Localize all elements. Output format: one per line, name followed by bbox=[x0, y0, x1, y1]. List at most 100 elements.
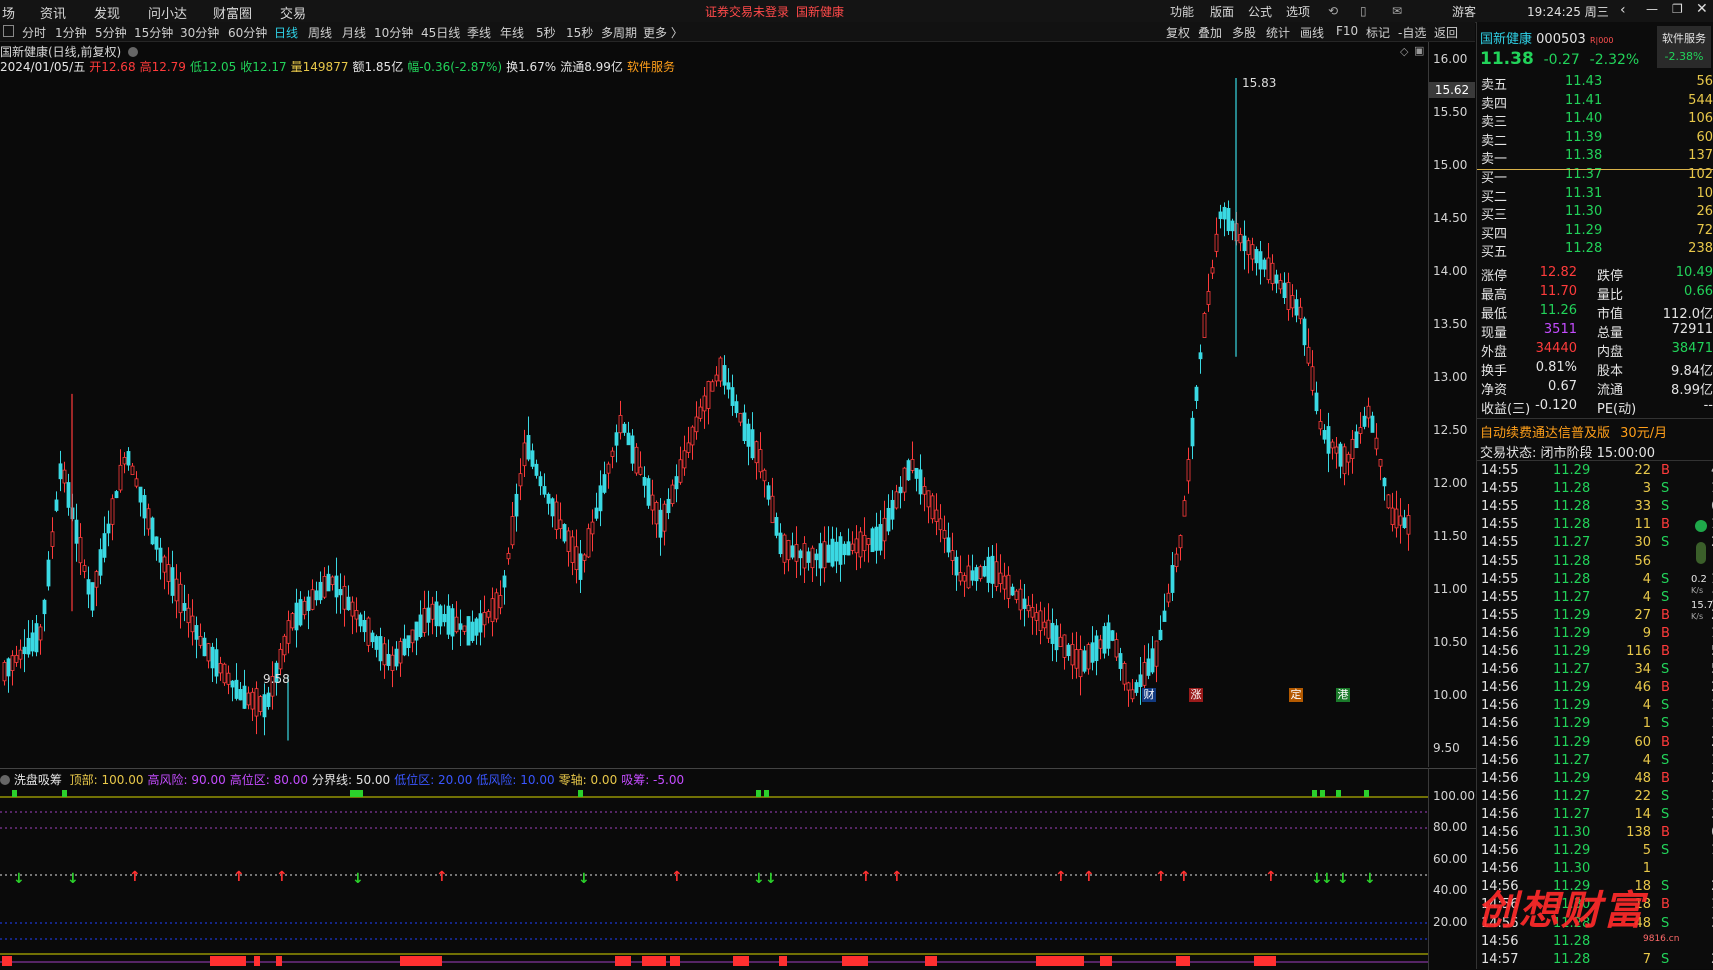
menu-layout[interactable]: 版面 bbox=[1210, 3, 1234, 20]
candle-body bbox=[190, 615, 195, 633]
candle-body bbox=[506, 553, 511, 560]
level-price: 11.28 bbox=[1565, 241, 1603, 257]
menu-ask[interactable]: 问小达 bbox=[148, 3, 187, 22]
period-tab[interactable]: 30分钟 bbox=[180, 24, 219, 41]
chart-tool[interactable]: 叠加 bbox=[1198, 24, 1222, 41]
tick-time: 14:56 bbox=[1481, 698, 1519, 714]
period-tab[interactable]: 15秒 bbox=[566, 24, 593, 41]
sector-tag[interactable]: 软件服务 bbox=[627, 60, 675, 74]
period-tab[interactable]: 45日线 bbox=[421, 24, 460, 41]
menu-options[interactable]: 选项 bbox=[1286, 3, 1310, 20]
menu-function[interactable]: 功能 bbox=[1170, 3, 1194, 20]
menu-discover[interactable]: 发现 bbox=[94, 3, 120, 22]
candle-body bbox=[350, 601, 355, 617]
panel-toggle-icon[interactable] bbox=[3, 25, 14, 37]
period-tab[interactable]: 15分钟 bbox=[134, 24, 173, 41]
close-icon[interactable]: ✕ bbox=[1696, 1, 1708, 17]
top-signal-bar bbox=[358, 790, 363, 797]
period-tab[interactable]: 10分钟 bbox=[374, 24, 413, 41]
maximize-icon[interactable]: ❐ bbox=[1672, 2, 1683, 16]
candle-body bbox=[198, 636, 203, 646]
price-axis-tick: 10.00 bbox=[1433, 688, 1468, 702]
ask-row[interactable]: 卖五 11.43 56 bbox=[1481, 74, 1713, 93]
chart-tool[interactable]: 画线 bbox=[1300, 24, 1324, 41]
candle-body bbox=[1366, 405, 1371, 419]
stat-label: 股本 bbox=[1597, 364, 1624, 379]
chart-tool[interactable]: 返回 bbox=[1434, 24, 1458, 41]
chart-tool[interactable]: 统计 bbox=[1266, 24, 1290, 41]
candle-body bbox=[330, 576, 335, 586]
candle-body bbox=[630, 435, 635, 464]
marker-hk[interactable]: 港 bbox=[1336, 688, 1350, 702]
candle-body bbox=[898, 486, 903, 494]
chart-tool[interactable]: 多股 bbox=[1232, 24, 1256, 41]
tick-volume: 22 bbox=[1634, 463, 1651, 478]
period-tab[interactable]: 5秒 bbox=[536, 24, 556, 41]
refresh-icon[interactable]: ⟲ bbox=[1328, 4, 1338, 18]
period-tab[interactable]: 分时 bbox=[22, 24, 46, 41]
last-price: 11.38 bbox=[1480, 49, 1534, 69]
period-tab[interactable]: 5分钟 bbox=[95, 24, 127, 41]
sector-box[interactable]: 软件服务 -2.38% bbox=[1657, 26, 1711, 68]
chart-tool[interactable]: -自选 bbox=[1398, 24, 1426, 41]
tick-price: 11.29 bbox=[1553, 463, 1591, 478]
chart-tool[interactable]: F10 bbox=[1336, 24, 1358, 38]
menu-trade[interactable]: 交易 bbox=[280, 3, 306, 22]
level-volume: 26 bbox=[1696, 204, 1713, 220]
window-icon[interactable]: ▣ bbox=[1414, 44, 1424, 57]
period-tab[interactable]: 季线 bbox=[467, 24, 491, 41]
period-tab[interactable]: 日线 bbox=[274, 24, 298, 41]
candle-body bbox=[542, 486, 547, 495]
period-tab[interactable]: 年线 bbox=[500, 24, 524, 41]
promo-banner[interactable]: 自动续费通达信普及版 30元/月 bbox=[1480, 422, 1667, 441]
stat-row: 现量 3511 总量 72911 bbox=[1481, 322, 1713, 341]
minimize-icon[interactable]: — bbox=[1646, 2, 1658, 16]
period-tab[interactable]: 月线 bbox=[342, 24, 366, 41]
menu-market[interactable]: 场 bbox=[2, 3, 15, 22]
user-guest[interactable]: 游客 bbox=[1452, 3, 1476, 20]
marker-fix[interactable]: 定 bbox=[1289, 688, 1303, 702]
indicator-panel[interactable]: ↓ ↓ ↑ ↑ ↑ ↓ ↑ ↓ ↑ ↓ ↓ ↑ ↑ ↑ ↑ ↑ ↑ ↑ ↓ ↓ ↓ ↓ 洗盘吸筹 顶部: 100.00 高风… bbox=[0, 768, 1428, 970]
menu-news[interactable]: 资讯 bbox=[40, 3, 66, 22]
phone-icon[interactable]: ▯ bbox=[1360, 4, 1367, 18]
marker-finance[interactable]: 财 bbox=[1142, 688, 1156, 702]
candle-body bbox=[938, 518, 943, 531]
menu-formula[interactable]: 公式 bbox=[1248, 3, 1272, 20]
menu-wealth-circle[interactable]: 财富圈 bbox=[213, 3, 252, 22]
ticks-divider bbox=[1477, 460, 1713, 461]
marker-limit-up[interactable]: 涨 bbox=[1189, 688, 1203, 702]
diamond-icon[interactable]: ◇ bbox=[1400, 45, 1408, 58]
stock-name[interactable]: 国新健康 bbox=[1480, 32, 1532, 47]
bid-row[interactable]: 买二 11.31 10 bbox=[1481, 186, 1713, 205]
kline-chart[interactable]: 国新健康(日线,前复权) 2024/01/05/五 开12.68 高12.79 低12… bbox=[0, 42, 1428, 767]
indicator-param: 零轴: 0.00 bbox=[558, 773, 618, 787]
mail-icon[interactable]: ✉ bbox=[1392, 4, 1402, 18]
back-icon[interactable]: ‹ bbox=[1620, 2, 1626, 18]
candle-body bbox=[1230, 220, 1235, 232]
bid-row[interactable]: 买四 11.29 72 bbox=[1481, 222, 1713, 242]
period-tab[interactable]: 1分钟 bbox=[55, 24, 87, 41]
bid-row[interactable]: 买五 11.28 238 bbox=[1481, 241, 1713, 260]
period-tab[interactable]: 60分钟 bbox=[228, 24, 267, 41]
level-volume: 72 bbox=[1696, 222, 1713, 238]
ask-row[interactable]: 卖二 11.39 60 bbox=[1481, 130, 1713, 149]
chart-tool[interactable]: 复权 bbox=[1166, 24, 1190, 41]
tick-row: 14:5611.2714S3 bbox=[1481, 807, 1713, 825]
indicator-name[interactable]: 洗盘吸筹 bbox=[14, 773, 62, 787]
candle-body bbox=[1162, 610, 1167, 622]
settings-icon[interactable] bbox=[128, 47, 139, 57]
chart-tool[interactable]: 标记 bbox=[1366, 24, 1390, 41]
period-tab[interactable]: 更多 〉 bbox=[643, 24, 683, 41]
ask-row[interactable]: 卖一 11.38 137 bbox=[1481, 148, 1713, 167]
period-tab[interactable]: 多周期 bbox=[601, 24, 637, 41]
period-tab[interactable]: 周线 bbox=[308, 24, 332, 41]
candle-body bbox=[878, 524, 883, 551]
bid-row[interactable]: 买三 11.30 26 bbox=[1481, 204, 1713, 223]
candle-body bbox=[694, 416, 699, 433]
candle-body bbox=[1170, 565, 1175, 593]
ask-row[interactable]: 卖四 11.41 544 bbox=[1481, 93, 1713, 112]
login-notice[interactable]: 证券交易未登录 bbox=[705, 3, 789, 20]
ask-row[interactable]: 卖三 11.40 106 bbox=[1481, 111, 1713, 130]
indicator-settings-icon[interactable] bbox=[0, 775, 10, 785]
stat-label: 内盘 bbox=[1597, 345, 1624, 360]
